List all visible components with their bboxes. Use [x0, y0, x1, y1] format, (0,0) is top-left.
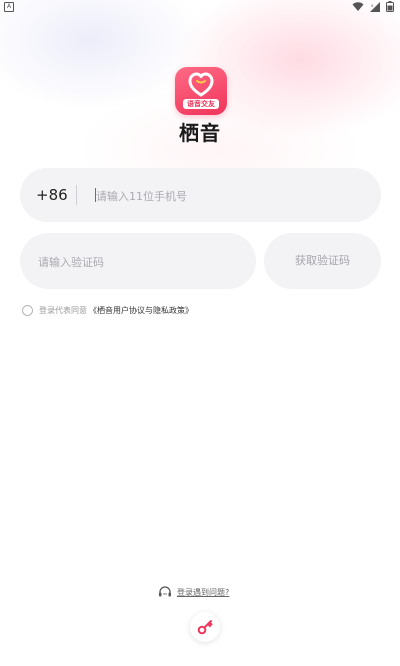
- login-help[interactable]: 登录遇到问题?: [158, 585, 229, 599]
- get-code-button[interactable]: 获取验证码: [264, 233, 381, 289]
- field-divider: [76, 185, 77, 205]
- agreement-text: 登录代表同意: [39, 305, 87, 315]
- signal-icon: x: [370, 1, 380, 12]
- login-help-link[interactable]: 登录遇到问题?: [177, 587, 229, 598]
- app-logo: 语音交友: [175, 67, 227, 115]
- headset-icon: [159, 586, 171, 597]
- status-icons: x: [352, 1, 394, 12]
- svg-text:x: x: [371, 3, 374, 8]
- chat-heart-logo-icon: [188, 72, 214, 97]
- country-code[interactable]: +86: [36, 168, 68, 222]
- logo-tag: 语音交友: [183, 99, 219, 109]
- verification-code-input[interactable]: [36, 233, 240, 291]
- agreement-row: 登录代表同意 《栖音用户协议与隐私政策》: [22, 303, 193, 317]
- app-name: 栖音: [179, 121, 221, 145]
- status-bar: A x: [0, 0, 400, 14]
- phone-input[interactable]: [94, 168, 368, 224]
- battery-icon: [386, 1, 394, 12]
- wifi-icon: [352, 1, 364, 11]
- notification-a-icon: A: [4, 2, 14, 12]
- key-icon: [197, 620, 213, 635]
- key-login-button[interactable]: [190, 612, 220, 642]
- phone-field-container[interactable]: +86: [20, 168, 381, 224]
- code-field-container[interactable]: [20, 233, 256, 291]
- agreement-radio[interactable]: [22, 304, 33, 316]
- agreement-link[interactable]: 《栖音用户协议与隐私政策》: [89, 305, 193, 316]
